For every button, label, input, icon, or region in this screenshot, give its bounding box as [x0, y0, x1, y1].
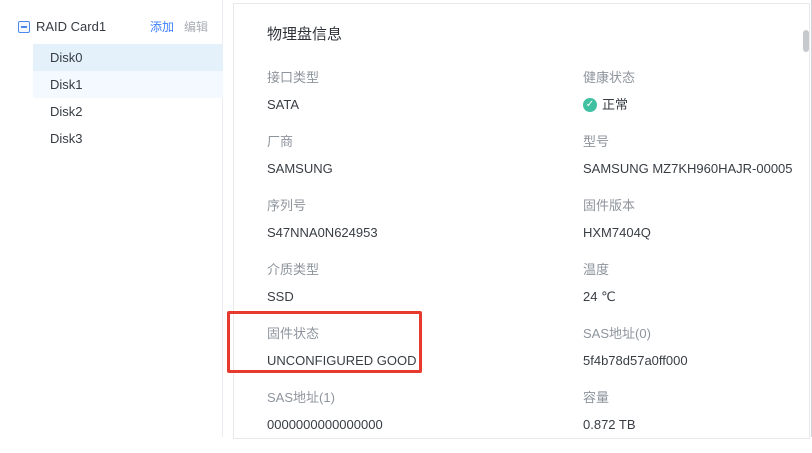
field-label: 型号 — [583, 133, 809, 151]
field-grid: 接口类型 SATA 健康状态 ✓ 正常 厂商 SAMSUNG 型号 SAMSUN… — [267, 69, 809, 453]
field-label: 厂商 — [267, 133, 583, 151]
field-media-type: 介质类型 SSD — [267, 261, 583, 325]
field-label: 容量 — [583, 389, 809, 407]
field-sas-address-0: SAS地址(0) 5f4b78d57a0ff000 — [583, 325, 809, 389]
field-capacity: 容量 0.872 TB — [583, 389, 809, 453]
physical-disk-info-card: 物理盘信息 接口类型 SATA 健康状态 ✓ 正常 厂商 SAMSUNG 型号 … — [233, 3, 810, 439]
field-label: 健康状态 — [583, 69, 809, 87]
add-link[interactable]: 添加 — [150, 18, 174, 35]
raid-tree-sidebar: RAID Card1 添加 编辑 Disk0 Disk1 Disk2 Disk3 — [0, 0, 223, 437]
field-temperature: 温度 24 ℃ — [583, 261, 809, 325]
field-label: 温度 — [583, 261, 809, 279]
sidebar-item-disk3[interactable]: Disk3 — [33, 125, 223, 152]
field-serial-number: 序列号 S47NNA0N624953 — [267, 197, 583, 261]
field-value: ✓ 正常 — [583, 96, 809, 114]
edit-link[interactable]: 编辑 — [184, 18, 208, 35]
field-value: 0.872 TB — [583, 416, 809, 434]
field-value: SAMSUNG — [267, 160, 583, 178]
sidebar-item-disk1[interactable]: Disk1 — [33, 71, 223, 98]
field-value: SAMSUNG MZ7KH960HAJR-00005 — [583, 160, 809, 178]
raid-card-node[interactable]: RAID Card1 添加 编辑 — [18, 18, 208, 35]
field-value: SSD — [267, 288, 583, 306]
field-value: S47NNA0N624953 — [267, 224, 583, 242]
vertical-scrollbar-thumb[interactable] — [803, 30, 809, 52]
field-vendor: 厂商 SAMSUNG — [267, 133, 583, 197]
sidebar-item-disk2[interactable]: Disk2 — [33, 98, 223, 125]
field-value: UNCONFIGURED GOOD — [267, 352, 583, 370]
field-label: SAS地址(0) — [583, 325, 809, 343]
field-label: 序列号 — [267, 197, 583, 215]
field-value: 24 ℃ — [583, 288, 809, 306]
raid-card-actions: 添加 编辑 — [150, 18, 208, 35]
field-firmware-state: 固件状态 UNCONFIGURED GOOD — [267, 325, 583, 389]
field-value: HXM7404Q — [583, 224, 809, 242]
field-label: 介质类型 — [267, 261, 583, 279]
field-model: 型号 SAMSUNG MZ7KH960HAJR-00005 — [583, 133, 809, 197]
page-title: 物理盘信息 — [267, 24, 809, 45]
health-status-text: 正常 — [602, 96, 628, 114]
disk-list: Disk0 Disk1 Disk2 Disk3 — [0, 44, 222, 152]
field-value: 5f4b78d57a0ff000 — [583, 352, 809, 370]
field-value: 0000000000000000 — [267, 416, 583, 434]
field-health-status: 健康状态 ✓ 正常 — [583, 69, 809, 133]
field-label: 固件状态 — [267, 325, 583, 343]
field-value: SATA — [267, 96, 583, 114]
field-interface-type: 接口类型 SATA — [267, 69, 583, 133]
raid-card-label: RAID Card1 — [36, 19, 150, 34]
check-circle-icon: ✓ — [583, 98, 597, 112]
field-label: 接口类型 — [267, 69, 583, 87]
field-sas-address-1: SAS地址(1) 0000000000000000 — [267, 389, 583, 453]
field-firmware-version: 固件版本 HXM7404Q — [583, 197, 809, 261]
sidebar-item-disk0[interactable]: Disk0 — [33, 44, 223, 71]
field-label: SAS地址(1) — [267, 389, 583, 407]
field-label: 固件版本 — [583, 197, 809, 215]
collapse-minus-icon[interactable] — [18, 21, 30, 33]
